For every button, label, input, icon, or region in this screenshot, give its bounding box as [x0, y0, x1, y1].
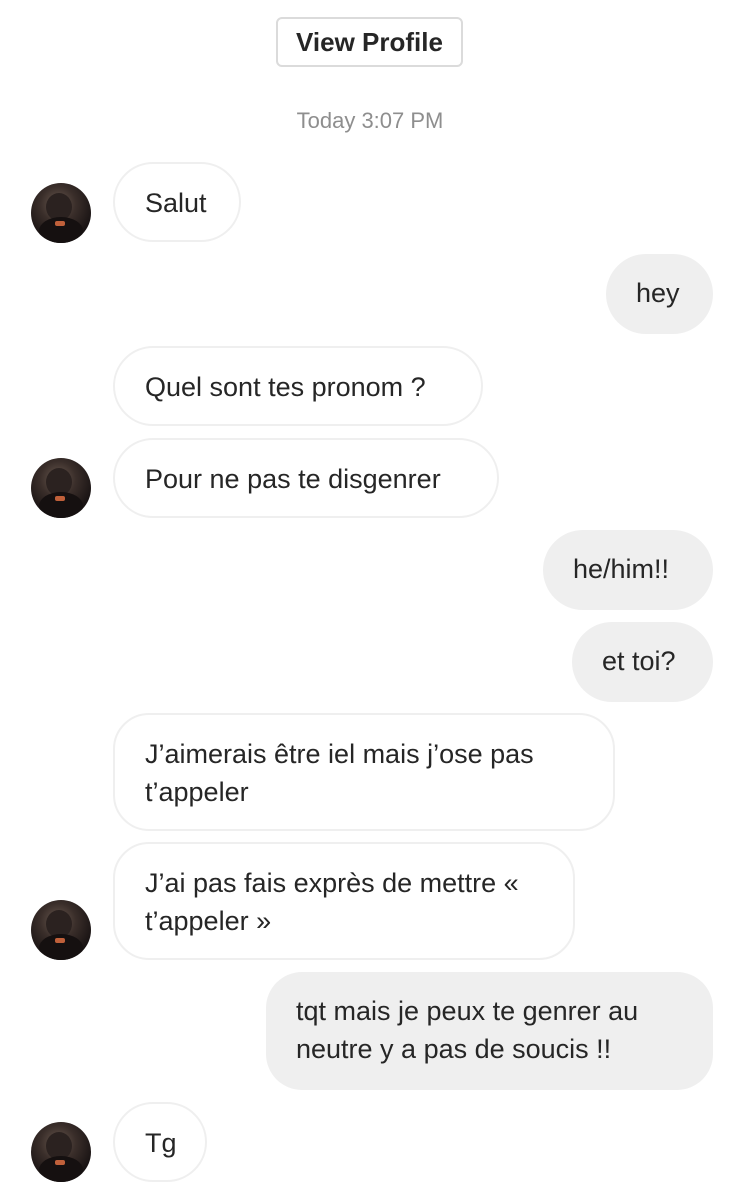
message-bubble-received[interactable]: Quel sont tes pronom ? [113, 346, 483, 426]
message-bubble-received[interactable]: J’aimerais être iel mais j’ose pas t’app… [113, 713, 615, 831]
message-bubble-sent[interactable]: he/him!! [543, 530, 713, 610]
message-bubble-sent[interactable]: tqt mais je peux te genrer au neutre y a… [266, 972, 713, 1090]
avatar[interactable] [31, 183, 91, 243]
message-bubble-received[interactable]: Tg [113, 1102, 207, 1182]
message-bubble-received[interactable]: J’ai pas fais exprès de mettre « t’appel… [113, 842, 575, 960]
message-bubble-sent[interactable]: et toi? [572, 622, 713, 702]
message-timestamp: Today 3:07 PM [296, 108, 444, 133]
message-bubble-received[interactable]: Pour ne pas te disgenrer [113, 438, 499, 518]
view-profile-button[interactable]: View Profile [276, 17, 463, 67]
avatar[interactable] [31, 458, 91, 518]
message-bubble-sent[interactable]: hey [606, 254, 713, 334]
avatar[interactable] [31, 1122, 91, 1182]
avatar[interactable] [31, 900, 91, 960]
message-bubble-received[interactable]: Salut [113, 162, 241, 242]
